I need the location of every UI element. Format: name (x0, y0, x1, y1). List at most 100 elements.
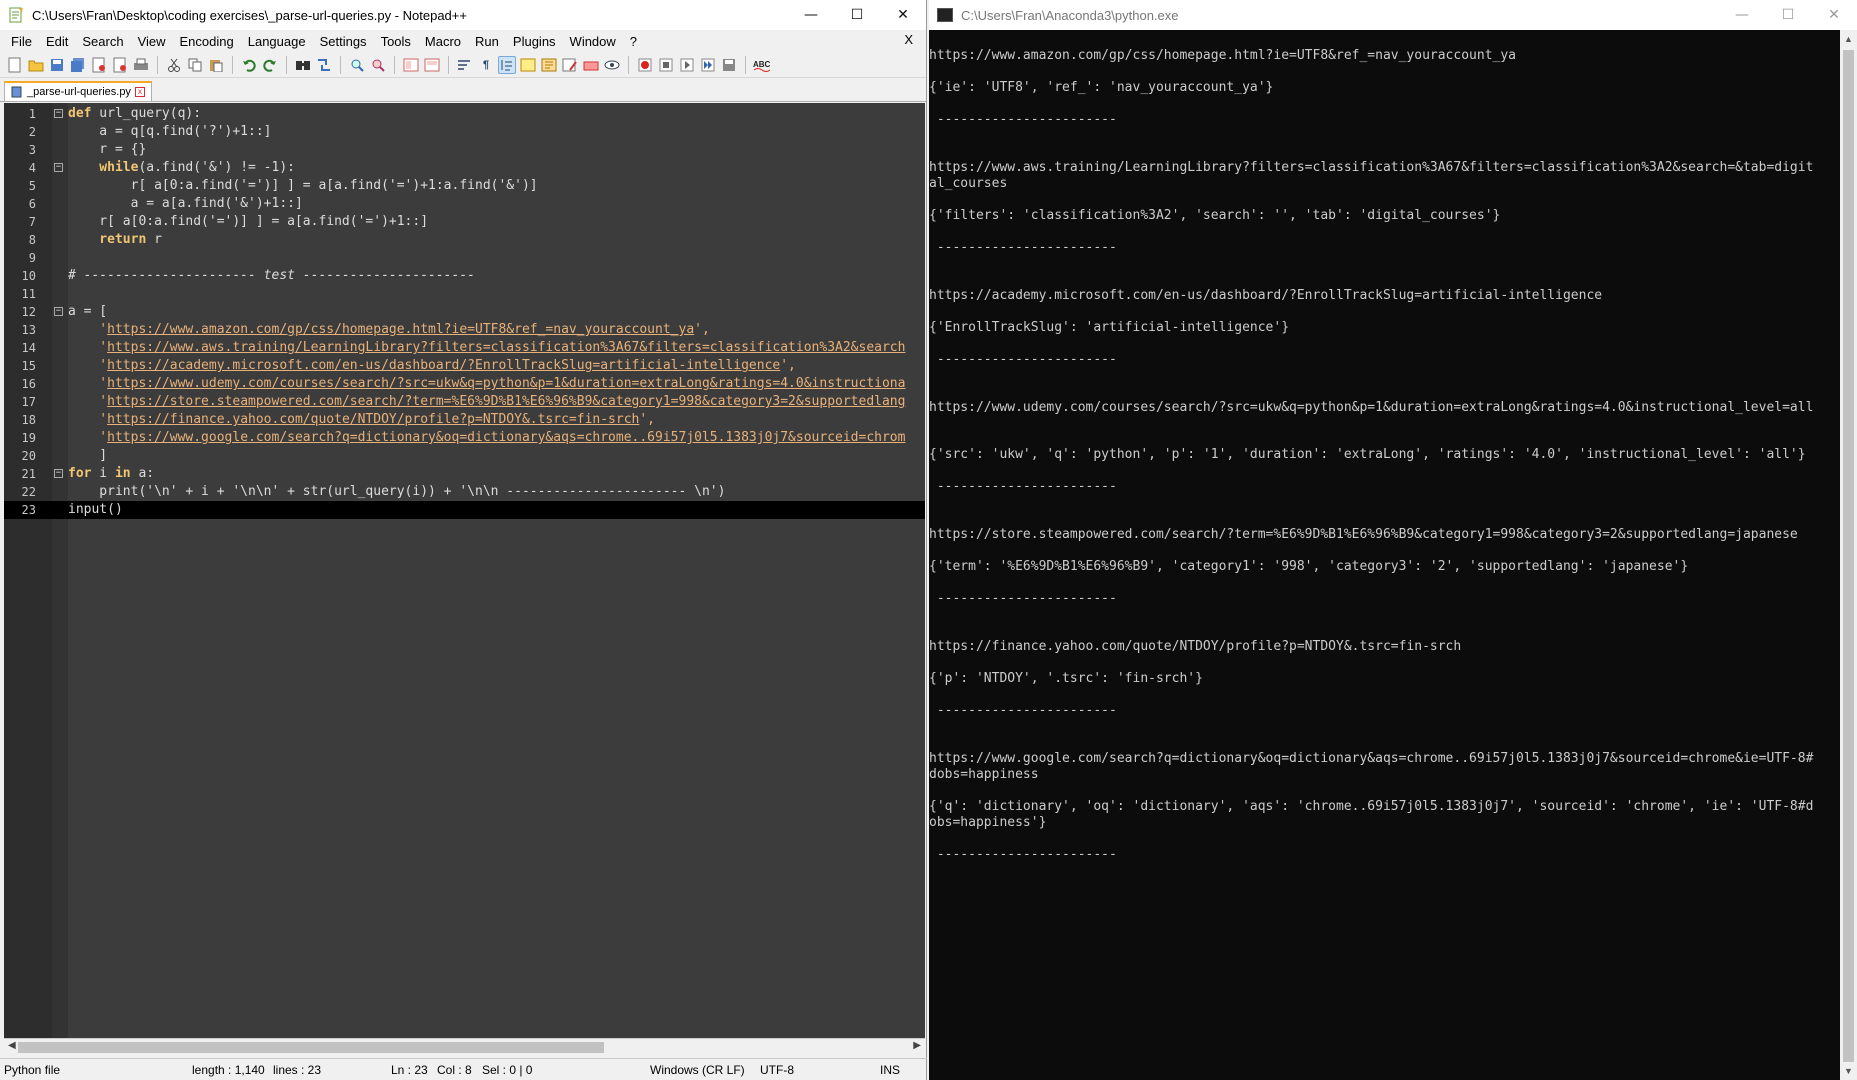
console-output[interactable]: https://www.amazon.com/gp/css/homepage.h… (929, 30, 1839, 1080)
url-link[interactable]: https://www.google.com/search?q=dictiona… (107, 430, 905, 445)
code-text: r = {} (68, 142, 147, 157)
horizontal-scrollbar[interactable]: ◀ ▶ (4, 1038, 925, 1055)
undo-icon[interactable] (240, 56, 258, 74)
close-all-icon[interactable] (111, 56, 129, 74)
sync-horizontal-icon[interactable] (423, 56, 441, 74)
scroll-up-icon[interactable]: ▲ (1844, 34, 1853, 44)
menu-help[interactable]: ? (623, 34, 644, 49)
run-macro-multiple-icon[interactable] (699, 56, 717, 74)
minimize-button[interactable]: — (788, 0, 834, 30)
maximize-button[interactable]: ☐ (834, 0, 880, 30)
find-icon[interactable] (294, 56, 312, 74)
code-line-9: 9 (4, 249, 925, 267)
url-link[interactable]: https://www.amazon.com/gp/css/homepage.h… (107, 322, 694, 337)
line-number: 10 (21, 269, 36, 283)
status-encoding[interactable]: UTF-8 (760, 1063, 794, 1077)
menu-plugins[interactable]: Plugins (506, 34, 563, 49)
code-line-5: 5 r[ a[0:a.find('=')] ] = a[a.find('=')+… (4, 177, 925, 195)
stop-macro-icon[interactable] (657, 56, 675, 74)
code-lines: 1− def url_query(q): 2 a = q[q.find('?')+… (4, 105, 925, 519)
save-all-icon[interactable] (69, 56, 87, 74)
doc-map-icon[interactable] (540, 56, 558, 74)
url-link[interactable]: https://www.aws.training/LearningLibrary… (107, 340, 905, 355)
code-line-19: 19 'https://www.google.com/search?q=dict… (4, 429, 925, 447)
udl-icon[interactable] (519, 56, 537, 74)
cut-icon[interactable] (165, 56, 183, 74)
menu-view[interactable]: View (131, 34, 173, 49)
new-file-icon[interactable] (6, 56, 24, 74)
menu-window[interactable]: Window (563, 34, 623, 49)
status-eol[interactable]: Windows (CR LF) (650, 1063, 745, 1077)
menu-macro[interactable]: Macro (418, 34, 468, 49)
console-title-bar[interactable]: C:\Users\Fran\Anaconda3\python.exe — ☐ ✕ (929, 0, 1857, 30)
close-document-button[interactable]: X (897, 32, 920, 47)
tab-close-icon[interactable]: x (134, 87, 145, 97)
console-vertical-scrollbar[interactable]: ▲ ▼ (1840, 30, 1857, 1080)
redo-icon[interactable] (261, 56, 279, 74)
fold-toggle-icon[interactable]: − (54, 163, 63, 172)
url-link[interactable]: https://store.steampowered.com/search/?t… (107, 394, 905, 409)
play-macro-icon[interactable] (678, 56, 696, 74)
tab-parse-url-queries[interactable]: _parse-url-queries.py x (4, 81, 152, 101)
fold-toggle-icon[interactable]: − (54, 109, 63, 118)
url-link[interactable]: https://finance.yahoo.com/quote/NTDOY/pr… (107, 412, 639, 427)
fold-toggle-icon[interactable]: − (54, 307, 63, 316)
spell-check-icon[interactable]: ABC (753, 56, 771, 74)
scroll-left-icon[interactable]: ◀ (8, 1040, 16, 1051)
indent-guide-icon[interactable] (498, 55, 516, 74)
function-list-icon[interactable] (561, 56, 579, 74)
paste-icon[interactable] (207, 56, 225, 74)
record-macro-icon[interactable] (636, 56, 654, 74)
menu-file[interactable]: File (4, 34, 39, 49)
line-number: 16 (21, 377, 36, 391)
close-file-icon[interactable] (90, 56, 108, 74)
menu-edit[interactable]: Edit (39, 34, 75, 49)
console-scroll-thumb[interactable] (1843, 50, 1854, 1062)
menu-encoding[interactable]: Encoding (173, 34, 241, 49)
copy-icon[interactable] (186, 56, 204, 74)
horizontal-scroll-thumb[interactable] (18, 1042, 604, 1053)
scroll-right-icon[interactable]: ▶ (913, 1040, 921, 1051)
console-line: obs=happiness'} (929, 815, 1047, 830)
save-icon[interactable] (48, 56, 66, 74)
menu-tools[interactable]: Tools (374, 34, 418, 49)
save-macro-icon[interactable] (720, 56, 738, 74)
code-text: r[ a[0:a.find('=')] ] = a[a.find('=')+1:… (68, 178, 538, 193)
fold-toggle-icon[interactable]: − (54, 469, 63, 478)
url-link[interactable]: https://www.udemy.com/courses/search/?sr… (107, 376, 905, 391)
menu-settings[interactable]: Settings (313, 34, 374, 49)
code-line-23-current: 23 input() (4, 501, 925, 519)
line-number: 14 (21, 341, 36, 355)
code-editor[interactable]: 1− def url_query(q): 2 a = q[q.find('?')+… (4, 103, 925, 1038)
console-minimize-button[interactable]: — (1719, 0, 1765, 30)
folder-as-workspace-icon[interactable] (582, 56, 600, 74)
npp-title-bar[interactable]: C:\Users\Fran\Desktop\coding exercises\_… (0, 0, 926, 30)
show-all-chars-icon[interactable]: ¶ (477, 56, 495, 74)
scroll-down-icon[interactable]: ▼ (1844, 1066, 1853, 1076)
line-number: 15 (21, 359, 36, 373)
replace-icon[interactable] (315, 56, 333, 74)
console-maximize-button[interactable]: ☐ (1765, 0, 1811, 30)
menu-language[interactable]: Language (241, 34, 313, 49)
close-button[interactable]: ✕ (880, 0, 926, 30)
console-close-button[interactable]: ✕ (1811, 0, 1857, 30)
menu-search[interactable]: Search (75, 34, 130, 49)
sync-vertical-icon[interactable] (402, 56, 420, 74)
console-line: {'EnrollTrackSlug': 'artificial-intellig… (929, 320, 1290, 335)
url-link[interactable]: https://academy.microsoft.com/en-us/dash… (107, 358, 780, 373)
npp-menu-bar: File Edit Search View Encoding Language … (0, 30, 926, 52)
status-lines: lines : 23 (273, 1063, 322, 1077)
monitoring-icon[interactable] (603, 56, 621, 74)
comment-text: # ---------------------- test ----------… (68, 268, 475, 283)
word-wrap-icon[interactable] (456, 56, 474, 74)
code-text: a: (130, 466, 155, 481)
code-text: url_query(q): (91, 106, 202, 121)
line-number: 12 (21, 305, 36, 319)
open-file-icon[interactable] (27, 56, 45, 74)
zoom-in-icon[interactable] (348, 56, 366, 74)
npp-status-bar: Python file length : 1,140 lines : 23 Ln… (0, 1058, 927, 1080)
print-icon[interactable] (132, 56, 150, 74)
zoom-out-icon[interactable] (369, 56, 387, 74)
toolbar-separator (286, 55, 287, 74)
menu-run[interactable]: Run (468, 34, 506, 49)
